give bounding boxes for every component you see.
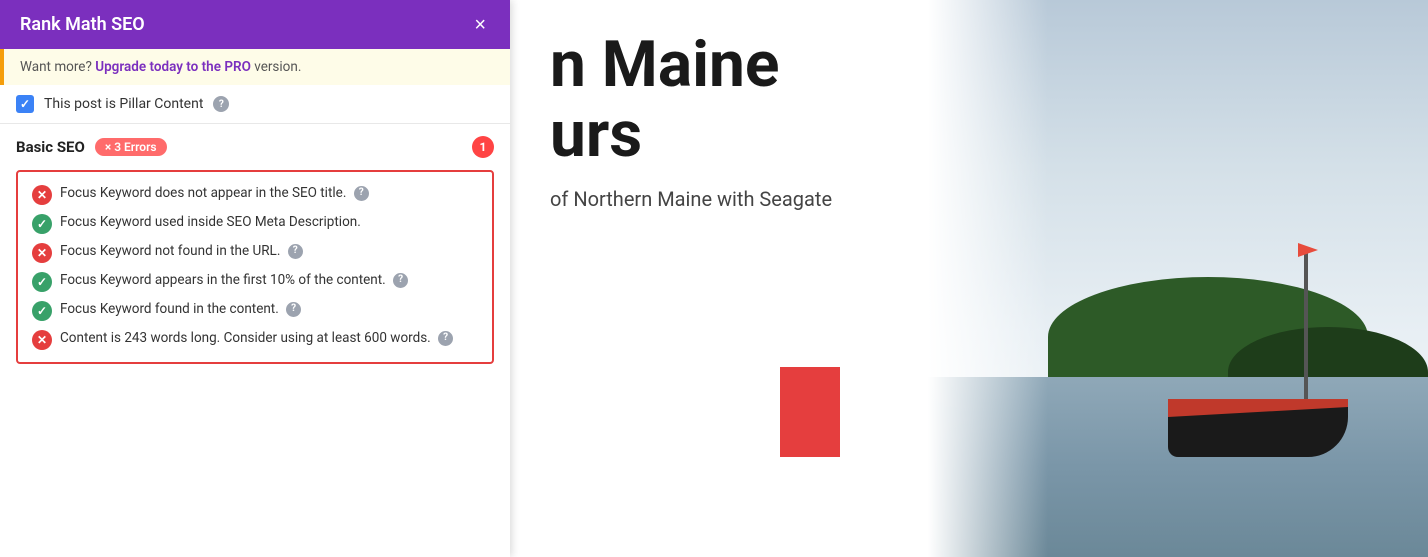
success-icon: ✓ — [32, 214, 52, 234]
check-item: ✕ Content is 243 words long. Consider us… — [32, 329, 478, 350]
check-text: Focus Keyword found in the content. ? — [60, 300, 478, 319]
help-icon[interactable]: ? — [438, 331, 453, 346]
check-text: Focus Keyword does not appear in the SEO… — [60, 184, 478, 203]
pillar-checkbox[interactable] — [16, 95, 34, 113]
check-text: Focus Keyword appears in the first 10% o… — [60, 271, 478, 290]
upgrade-text: Want more? — [20, 59, 92, 75]
check-item: ✓ Focus Keyword appears in the first 10%… — [32, 271, 478, 292]
pillar-content-row: This post is Pillar Content ? — [0, 85, 510, 124]
fade-overlay — [928, 0, 1048, 557]
error-icon: ✕ — [32, 243, 52, 263]
boat-image-area — [928, 0, 1428, 557]
upgrade-link[interactable]: Upgrade today to the PRO — [95, 59, 251, 75]
pillar-help-icon[interactable]: ? — [213, 96, 229, 112]
check-text: Focus Keyword not found in the URL. ? — [60, 242, 478, 261]
upgrade-suffix: version. — [254, 59, 301, 75]
red-block-decoration — [780, 367, 840, 457]
title-line-1: n Maine — [550, 30, 832, 100]
success-icon: ✓ — [32, 301, 52, 321]
boat-body — [1168, 337, 1348, 457]
pillar-label: This post is Pillar Content — [44, 96, 203, 112]
article-subtitle: of Northern Maine with Seagate — [550, 187, 832, 211]
rank-math-panel: Rank Math SEO × Want more? Upgrade today… — [0, 0, 510, 557]
check-item: ✓ Focus Keyword found in the content. ? — [32, 300, 478, 321]
help-icon[interactable]: ? — [288, 244, 303, 259]
section-title: Basic SEO — [16, 138, 85, 156]
error-icon: ✕ — [32, 330, 52, 350]
seo-checks-box: ✕ Focus Keyword does not appear in the S… — [16, 170, 494, 364]
boat-mast — [1304, 247, 1308, 407]
panel-title: Rank Math SEO — [20, 14, 145, 35]
check-text: Focus Keyword used inside SEO Meta Descr… — [60, 213, 478, 232]
error-icon: ✕ — [32, 185, 52, 205]
errors-badge-text: × 3 Errors — [105, 140, 157, 154]
help-icon[interactable]: ? — [286, 302, 301, 317]
article-title: n Maine urs — [550, 30, 832, 171]
check-item: ✕ Focus Keyword not found in the URL. ? — [32, 242, 478, 263]
article-preview: n Maine urs of Northern Maine with Seaga… — [510, 0, 872, 241]
title-line-2: urs — [550, 100, 832, 170]
section-header: Basic SEO × 3 Errors 1 — [16, 136, 494, 158]
content-area: n Maine urs of Northern Maine with Seaga… — [510, 0, 1428, 557]
check-text: Content is 243 words long. Consider usin… — [60, 329, 478, 348]
upgrade-banner: Want more? Upgrade today to the PRO vers… — [0, 49, 510, 85]
close-button[interactable]: × — [470, 15, 490, 35]
basic-seo-section: Basic SEO × 3 Errors 1 ✕ Focus Keyword d… — [0, 124, 510, 557]
notification-badge: 1 — [472, 136, 494, 158]
help-icon[interactable]: ? — [354, 186, 369, 201]
panel-header: Rank Math SEO × — [0, 0, 510, 49]
check-item: ✕ Focus Keyword does not appear in the S… — [32, 184, 478, 205]
help-icon[interactable]: ? — [393, 273, 408, 288]
check-item: ✓ Focus Keyword used inside SEO Meta Des… — [32, 213, 478, 234]
success-icon: ✓ — [32, 272, 52, 292]
errors-badge: × 3 Errors — [95, 138, 167, 156]
